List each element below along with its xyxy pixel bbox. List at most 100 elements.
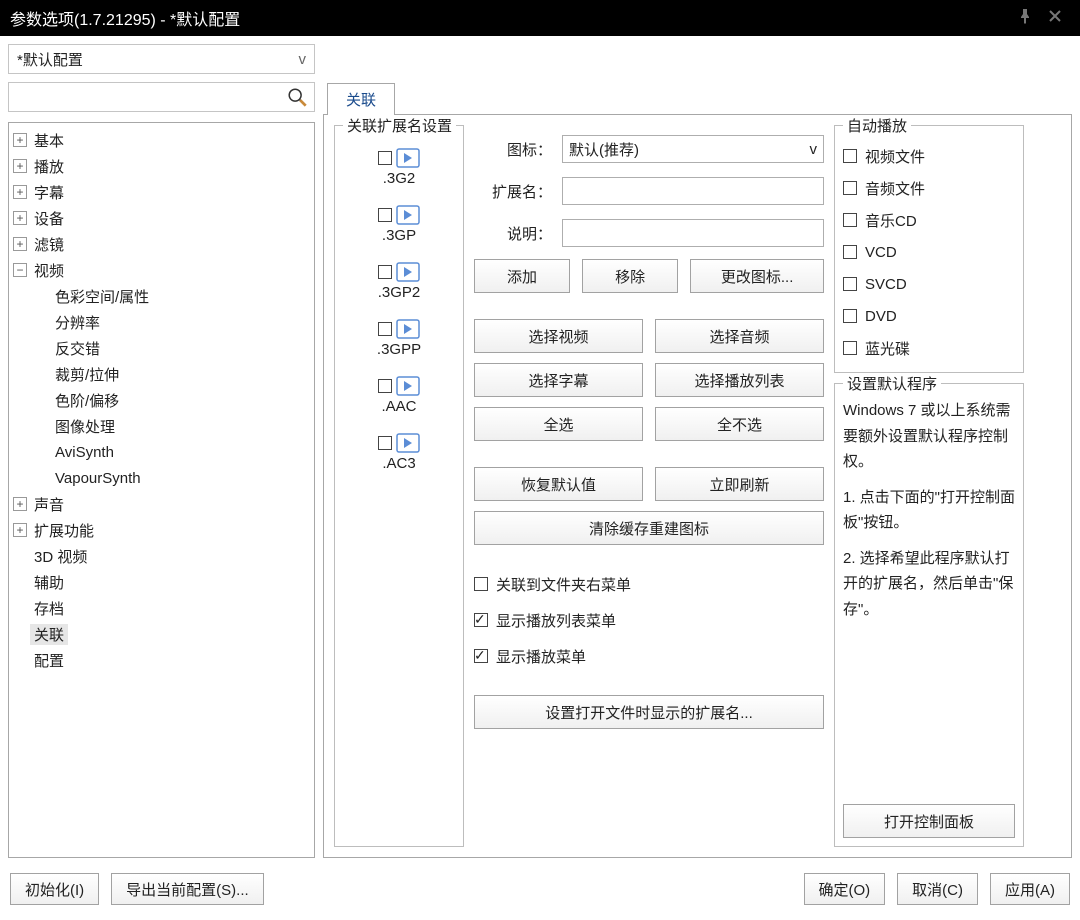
refresh-button[interactable]: 立即刷新: [655, 467, 824, 501]
default-prog-text1: Windows 7 或以上系统需要额外设置默认程序控制权。: [843, 398, 1015, 475]
autoplay-check[interactable]: 视频文件: [843, 140, 1015, 172]
tree-item-label: 视频: [30, 260, 68, 281]
tree-item-label: 图像处理: [51, 416, 119, 437]
collapse-icon[interactable]: −: [13, 263, 27, 277]
category-tree[interactable]: +基本+播放+字幕+设备+滤镜−视频色彩空间/属性分辨率反交错裁剪/拉伸色阶/偏…: [9, 127, 314, 673]
tree-item-label: 基本: [30, 130, 68, 151]
search-input[interactable]: [13, 83, 310, 111]
select-all-button[interactable]: 全选: [474, 407, 643, 441]
tree-item[interactable]: +播放: [9, 153, 314, 179]
filetype-icon: [396, 433, 420, 453]
select-audio-button[interactable]: 选择音频: [655, 319, 824, 353]
select-playlist-button[interactable]: 选择播放列表: [655, 363, 824, 397]
ext-label: .3GPP: [377, 341, 421, 358]
group-title: 关联扩展名设置: [343, 115, 456, 136]
autoplay-check[interactable]: 音频文件: [843, 172, 1015, 204]
desc-field[interactable]: [562, 219, 824, 247]
tree-item[interactable]: 色阶/偏移: [37, 387, 314, 413]
tree-item-label: 关联: [30, 624, 68, 645]
tree-item[interactable]: +声音: [9, 491, 314, 517]
select-subtitle-button[interactable]: 选择字幕: [474, 363, 643, 397]
check-show-play-menu[interactable]: 显示播放菜单: [474, 643, 824, 669]
chevron-down-icon: v: [810, 141, 818, 158]
tree-item[interactable]: 关联: [9, 621, 314, 647]
checkbox-icon: [474, 649, 488, 663]
expand-icon[interactable]: +: [13, 523, 27, 537]
tree-item-label: 裁剪/拉伸: [51, 364, 123, 385]
ext-item[interactable]: .AAC: [378, 376, 420, 415]
tree-item[interactable]: +设备: [9, 205, 314, 231]
export-button[interactable]: 导出当前配置(S)...: [111, 873, 264, 905]
ext-label: .AC3: [382, 455, 415, 472]
expand-icon[interactable]: +: [13, 159, 27, 173]
tree-item-label: 3D 视频: [30, 546, 91, 567]
ext-item[interactable]: .3GPP: [377, 319, 421, 358]
expand-icon[interactable]: +: [13, 237, 27, 251]
check-label: 关联到文件夹右菜单: [496, 574, 631, 595]
select-video-button[interactable]: 选择视频: [474, 319, 643, 353]
tree-item[interactable]: +基本: [9, 127, 314, 153]
check-label: DVD: [865, 308, 897, 325]
change-icon-button[interactable]: 更改图标...: [690, 259, 824, 293]
ok-button[interactable]: 确定(O): [804, 873, 886, 905]
tree-spacer: [13, 549, 27, 563]
tree-item[interactable]: +扩展功能: [9, 517, 314, 543]
tree-item[interactable]: 图像处理: [37, 413, 314, 439]
icon-select[interactable]: 默认(推荐) v: [562, 135, 824, 163]
tree-item[interactable]: +滤镜: [9, 231, 314, 257]
close-icon[interactable]: [1040, 8, 1070, 29]
cancel-button[interactable]: 取消(C): [897, 873, 978, 905]
tree-item[interactable]: −视频: [9, 257, 314, 283]
expand-icon[interactable]: +: [13, 497, 27, 511]
autoplay-check[interactable]: VCD: [843, 236, 1015, 268]
restore-defaults-button[interactable]: 恢复默认值: [474, 467, 643, 501]
add-button[interactable]: 添加: [474, 259, 570, 293]
tree-item[interactable]: 配置: [9, 647, 314, 673]
tree-item[interactable]: AviSynth: [37, 439, 314, 465]
tree-item[interactable]: 反交错: [37, 335, 314, 361]
open-control-panel-button[interactable]: 打开控制面板: [843, 804, 1015, 838]
ext-field[interactable]: [562, 177, 824, 205]
check-assoc-context[interactable]: 关联到文件夹右菜单: [474, 571, 824, 597]
clear-cache-button[interactable]: 清除缓存重建图标: [474, 511, 824, 545]
check-show-playlist-menu[interactable]: 显示播放列表菜单: [474, 607, 824, 633]
apply-button[interactable]: 应用(A): [990, 873, 1070, 905]
checkbox-icon: [378, 436, 392, 450]
ext-item[interactable]: .3GP2: [378, 262, 421, 301]
ext-item[interactable]: .3GP: [378, 205, 420, 244]
select-none-button[interactable]: 全不选: [655, 407, 824, 441]
tab-association[interactable]: 关联: [327, 83, 395, 115]
extension-list[interactable]: .3G2 .3GP .3GP2 .3GPP .AAC .AC3: [343, 140, 455, 838]
tree-item[interactable]: 辅助: [9, 569, 314, 595]
init-button[interactable]: 初始化(I): [10, 873, 99, 905]
tree-item-label: 字幕: [30, 182, 68, 203]
remove-button[interactable]: 移除: [582, 259, 678, 293]
tree-item[interactable]: VapourSynth: [37, 465, 314, 491]
pin-icon[interactable]: [1010, 8, 1040, 29]
profile-select[interactable]: *默认配置 v: [8, 44, 315, 74]
tree-item[interactable]: 存档: [9, 595, 314, 621]
checkbox-icon: [474, 577, 488, 591]
search-icon[interactable]: [286, 86, 308, 108]
tree-item[interactable]: 3D 视频: [9, 543, 314, 569]
expand-icon[interactable]: +: [13, 211, 27, 225]
set-open-ext-button[interactable]: 设置打开文件时显示的扩展名...: [474, 695, 824, 729]
autoplay-check[interactable]: SVCD: [843, 268, 1015, 300]
expand-icon[interactable]: +: [13, 185, 27, 199]
tree-item[interactable]: 分辨率: [37, 309, 314, 335]
autoplay-check[interactable]: 蓝光碟: [843, 332, 1015, 364]
tree-item[interactable]: +字幕: [9, 179, 314, 205]
field-label-desc: 说明：: [474, 223, 552, 244]
tree-item-label: 滤镜: [30, 234, 68, 255]
expand-icon[interactable]: +: [13, 133, 27, 147]
ext-item[interactable]: .3G2: [378, 148, 420, 187]
ext-label: .3GP: [382, 227, 416, 244]
group-title: 自动播放: [843, 115, 911, 136]
ext-item[interactable]: .AC3: [378, 433, 420, 472]
association-controls: 图标： 默认(推荐) v 扩展名： 说明：: [474, 125, 824, 847]
tree-item[interactable]: 裁剪/拉伸: [37, 361, 314, 387]
autoplay-check[interactable]: 音乐CD: [843, 204, 1015, 236]
tab-label: 关联: [346, 92, 376, 109]
tree-item[interactable]: 色彩空间/属性: [37, 283, 314, 309]
autoplay-check[interactable]: DVD: [843, 300, 1015, 332]
